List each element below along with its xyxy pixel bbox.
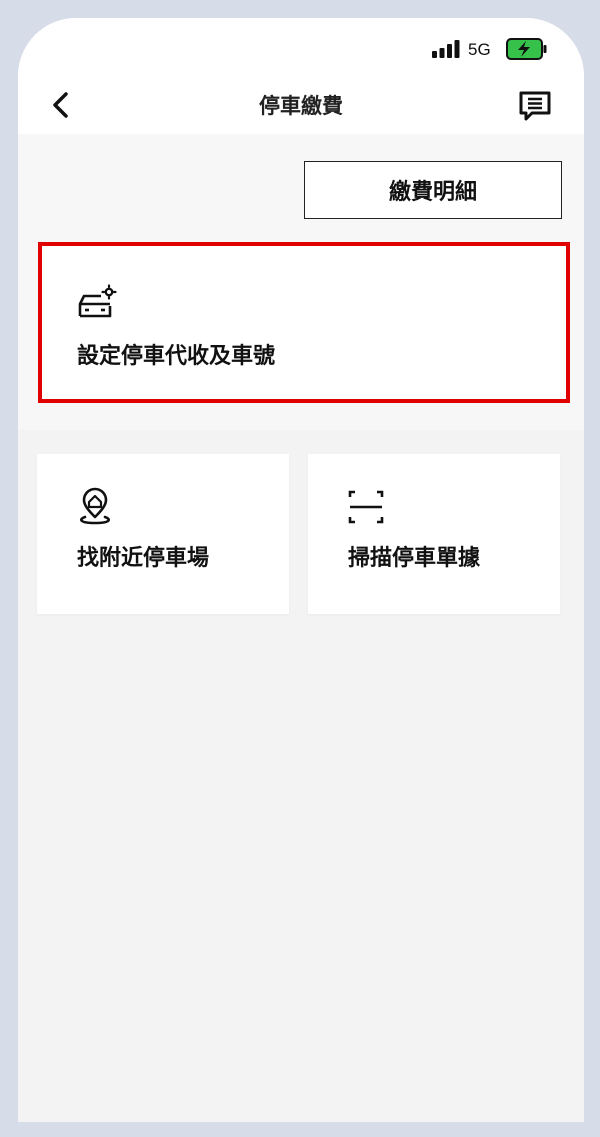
- top-section: 繳費明細 設定停車代收及車號: [18, 134, 584, 430]
- battery-charging-icon: [506, 38, 547, 60]
- car-gear-icon: [78, 284, 117, 318]
- page-title: 停車繳費: [259, 94, 343, 118]
- signal-icon: [432, 40, 460, 58]
- nearby-parking-label: 找附近停車場: [77, 546, 210, 571]
- network-label: 5G: [468, 40, 491, 59]
- navigation-bar: 停車繳費: [18, 76, 584, 134]
- scan-ticket-card[interactable]: 掃描停車單據: [308, 454, 560, 614]
- phone-frame: 5G 停車繳費 繳費明細 設定停車代收及車號 找附近停車場 掃描停車單據: [0, 0, 600, 1137]
- nearby-parking-card[interactable]: 找附近停車場: [37, 454, 289, 614]
- parking-settings-label: 設定停車代收及車號: [77, 344, 276, 369]
- message-icon[interactable]: [518, 90, 552, 122]
- status-bar: 5G: [18, 18, 584, 76]
- scan-ticket-label: 掃描停車單據: [348, 546, 481, 571]
- scan-frame-icon: [348, 490, 384, 524]
- screen: 5G 停車繳費 繳費明細 設定停車代收及車號 找附近停車場 掃描停車單據: [18, 18, 584, 1122]
- payment-details-button[interactable]: 繳費明細: [304, 161, 562, 219]
- parking-settings-card[interactable]: 設定停車代收及車號: [42, 246, 566, 399]
- highlight-frame: 設定停車代收及車號: [38, 242, 570, 403]
- location-pin-icon: [80, 487, 110, 525]
